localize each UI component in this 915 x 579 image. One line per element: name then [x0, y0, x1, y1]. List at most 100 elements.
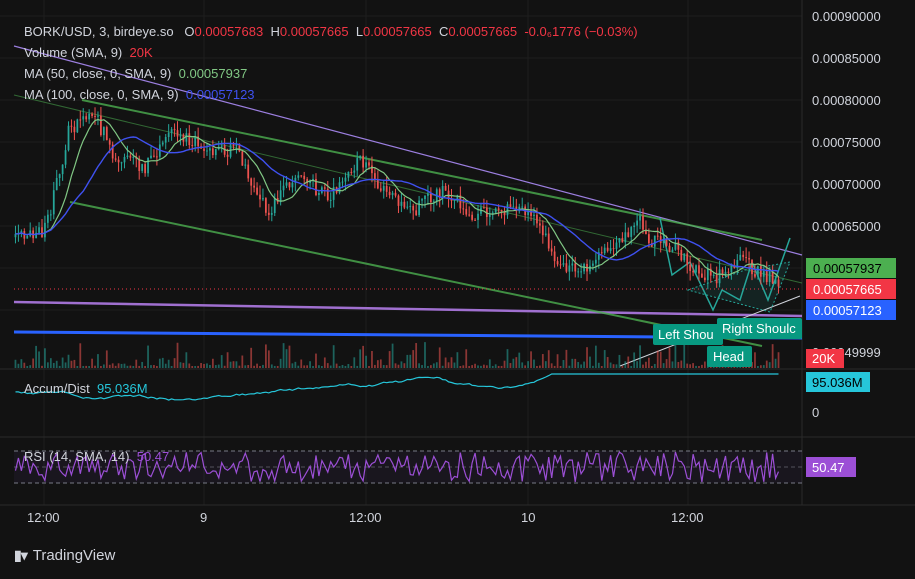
svg-text:20K: 20K — [812, 351, 835, 366]
volume-bar — [447, 362, 450, 368]
tradingview-brand[interactable]: ▮▾ TradingView — [14, 547, 115, 564]
volume-bar — [344, 365, 347, 368]
candle-body — [303, 175, 306, 180]
svg-text:0.00057665: 0.00057665 — [813, 282, 882, 297]
volume-bar — [250, 347, 253, 368]
candle-body — [592, 263, 594, 266]
volume-bar — [306, 365, 309, 368]
symbol-label[interactable]: BORK/USD, 3, birdeye.so — [24, 24, 174, 39]
volume-bar — [480, 365, 482, 368]
candle-body — [574, 263, 577, 272]
rsi-legend[interactable]: RSI (14, SMA, 14) 50.47 — [24, 449, 169, 464]
candle-body — [562, 263, 565, 265]
volume-bar — [46, 362, 49, 368]
volume-bar — [79, 343, 82, 368]
candle-body — [671, 249, 674, 252]
volume-value: 20K — [129, 45, 153, 60]
candle-body — [220, 145, 223, 147]
volume-bar — [126, 365, 129, 368]
ma100-legend[interactable]: MA (100, close, 0, SMA, 9) 0.00057123 — [24, 87, 255, 102]
accum-legend[interactable]: Accum/Dist 95.036M — [24, 381, 148, 396]
candle-body — [232, 144, 235, 147]
volume-bar — [385, 365, 388, 368]
volume-bar — [406, 354, 409, 368]
volume-bar — [326, 363, 329, 368]
candle-body — [108, 140, 111, 145]
volume-bar — [270, 364, 273, 368]
price-tick: 0.00065000 — [812, 219, 881, 234]
candle-body — [188, 133, 191, 146]
open-label: O — [184, 24, 195, 39]
volume-bar — [665, 359, 668, 368]
candle-body — [474, 219, 476, 221]
candle-body — [173, 129, 176, 131]
candle-body — [253, 185, 255, 188]
label-head[interactable]: Head — [707, 346, 752, 367]
volume-bar — [547, 350, 550, 368]
candle-body — [509, 204, 512, 208]
volume-bar — [606, 357, 609, 368]
volume-bar — [462, 365, 465, 368]
candle-body — [46, 214, 49, 223]
candle-body — [267, 212, 270, 215]
volume-bar — [211, 358, 214, 368]
svg-text:Right Shoulc: Right Shoulc — [722, 321, 796, 336]
rsi-label: RSI (14, SMA, 14) — [24, 449, 130, 464]
candle-body — [636, 220, 638, 226]
label-right-shoulder[interactable]: Right Shoulc — [717, 318, 802, 339]
volume-bar — [698, 365, 700, 368]
volume-bar — [197, 365, 200, 368]
volume-bar — [686, 363, 689, 368]
volume-bar — [262, 364, 264, 368]
candle-body — [698, 265, 700, 274]
volume-bar — [759, 365, 762, 368]
volume-bar — [29, 365, 32, 368]
candle-body — [347, 171, 350, 178]
volume-legend[interactable]: Volume (SMA, 9) 20K — [24, 45, 153, 60]
candle-body — [653, 235, 656, 247]
volume-bar — [527, 361, 529, 368]
volume-bar — [102, 364, 105, 368]
svg-text:Head: Head — [713, 349, 744, 364]
candle-body — [615, 242, 618, 250]
ma50-legend[interactable]: MA (50, close, 0, SMA, 9) 0.00057937 — [24, 66, 247, 81]
candle-body — [427, 193, 429, 196]
candle-body — [114, 158, 117, 160]
candle-body — [718, 269, 721, 284]
volume-bar — [612, 364, 615, 368]
volume-bar — [689, 364, 692, 368]
volume-bar — [653, 363, 656, 368]
volume-bar — [762, 365, 765, 368]
volume-bar — [757, 365, 759, 368]
candle-body — [695, 265, 697, 273]
volume-bar — [294, 361, 297, 368]
candle-body — [153, 155, 155, 157]
candle-body — [209, 148, 211, 151]
volume-bar — [765, 360, 768, 368]
volume-bar — [76, 365, 79, 368]
volume-bar — [132, 366, 135, 368]
volume-bar — [100, 366, 102, 368]
candle-body — [465, 209, 468, 215]
volume-bar — [774, 358, 777, 368]
candle-body — [376, 179, 379, 189]
candle-body — [368, 162, 370, 166]
volume-bar — [173, 358, 176, 368]
candle-body — [52, 190, 55, 215]
candle-body — [241, 151, 244, 166]
candle-body — [170, 129, 173, 133]
candle-body — [745, 257, 748, 259]
candle-body — [580, 271, 583, 273]
label-left-shoulder[interactable]: Left Shou — [653, 324, 723, 345]
volume-bar — [176, 342, 179, 368]
volume-bar — [603, 350, 606, 368]
volume-bar — [111, 363, 114, 368]
volume-bar — [291, 363, 294, 368]
candle-body — [739, 254, 742, 261]
accum-value: 95.036M — [96, 381, 148, 396]
candle-body — [550, 248, 553, 252]
candle-body — [379, 188, 382, 191]
volume-bar — [14, 359, 17, 368]
open-value: 0.00057683 — [194, 24, 264, 39]
ohlc-legend[interactable]: BORK/USD, 3, birdeye.so O0.00057683 H0.0… — [24, 24, 638, 39]
